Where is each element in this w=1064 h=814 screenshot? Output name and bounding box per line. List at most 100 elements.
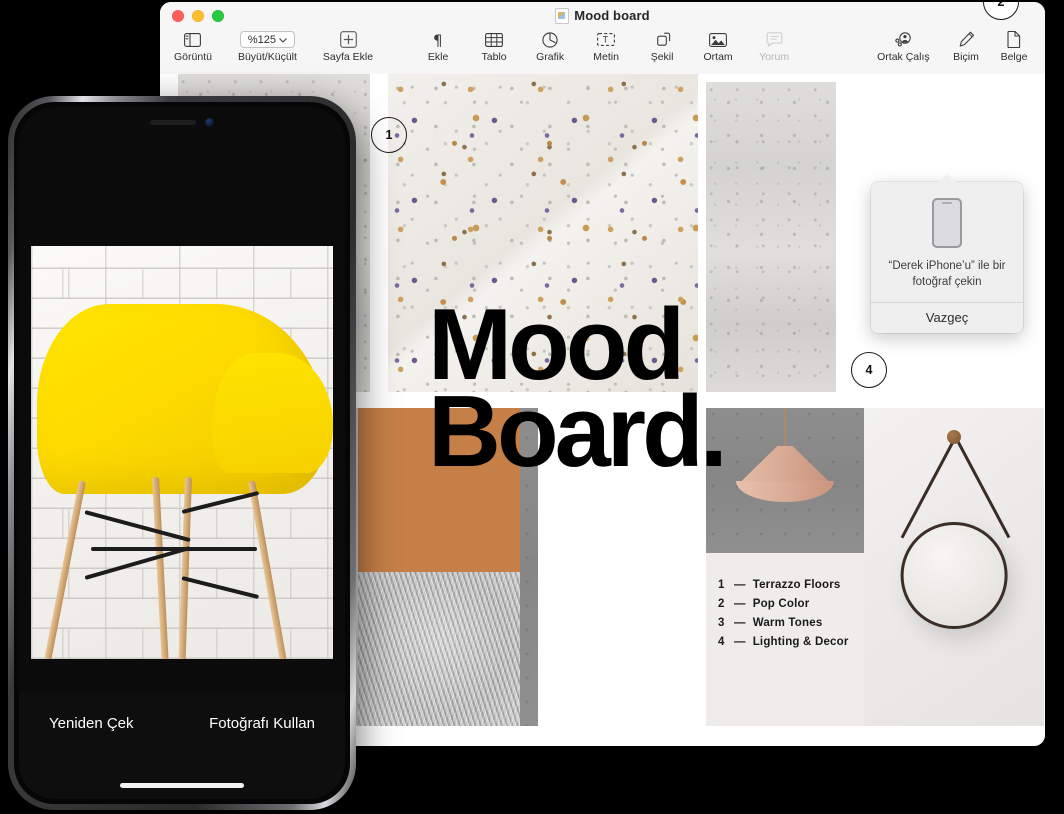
toolbar-chart-label: Grafik xyxy=(536,51,565,63)
toolbar: Görüntü %125 Büyüt/Küçült Sayfa Ekle ¶ E… xyxy=(160,29,1045,75)
media-icon xyxy=(709,31,728,48)
headline-line-2: Board. xyxy=(428,375,728,488)
toolbar-view-label: Görüntü xyxy=(174,51,212,63)
home-indicator[interactable] xyxy=(120,783,244,788)
toolbar-view-button[interactable]: Görüntü xyxy=(174,29,212,63)
comment-icon xyxy=(766,31,783,48)
popover-message: “Derek iPhone’u” ile bir fotoğraf çekin xyxy=(888,260,1006,288)
lamp-cord xyxy=(784,408,786,449)
toolbar-comment-label: Yorum xyxy=(759,51,790,63)
add-page-icon xyxy=(339,31,357,48)
view-sidebar-icon xyxy=(184,31,202,48)
slide-image-fur[interactable] xyxy=(358,572,520,726)
cancel-button[interactable]: Vazgeç xyxy=(871,303,1023,333)
iphone-bezel: Yeniden Çek Fotoğrafı Kullan xyxy=(14,102,350,804)
callout-badge-2-label: 2 xyxy=(997,2,1005,9)
photo-chair-crossbar xyxy=(91,547,258,551)
toolbar-add-page-label: Sayfa Ekle xyxy=(322,51,374,63)
toolbar-table-label: Tablo xyxy=(481,51,507,63)
popover-arrow xyxy=(938,174,956,182)
mirror-hook xyxy=(947,430,961,445)
photo-chair-arm xyxy=(212,353,333,474)
format-brush-icon xyxy=(958,31,975,48)
toolbar-table-button[interactable]: Tablo xyxy=(477,29,511,63)
legend-number: 2 xyxy=(718,597,725,610)
toolbar-format-button[interactable]: Biçim xyxy=(949,29,983,63)
toolbar-media-button[interactable]: Ortam xyxy=(701,29,735,63)
callout-badge-1[interactable]: 1 xyxy=(371,117,407,153)
toolbar-chart-button[interactable]: Grafik xyxy=(533,29,567,63)
legend-label: Warm Tones xyxy=(752,616,823,629)
svg-text:¶: ¶ xyxy=(433,32,443,48)
toolbar-format-label: Biçim xyxy=(953,51,979,63)
toolbar-insert-label: Ekle xyxy=(427,51,449,63)
zoom-value: %125 xyxy=(247,33,276,46)
toolbar-collaborate-label: Ortak Çalış xyxy=(877,51,930,63)
window-titlebar: Mood board xyxy=(160,2,1045,29)
camera-action-bar: Yeniden Çek Fotoğrafı Kullan xyxy=(19,693,345,799)
paragraph-icon: ¶ xyxy=(432,31,445,48)
toolbar-document-label: Belge xyxy=(1000,51,1028,63)
legend-label: Lighting & Decor xyxy=(752,635,849,648)
document-title-text: Mood board xyxy=(574,8,650,23)
toolbar-document-button[interactable]: Belge xyxy=(997,29,1031,63)
page-title: Mood board xyxy=(160,7,1045,24)
toolbar-add-page-button[interactable]: Sayfa Ekle xyxy=(323,29,373,63)
slide-image-mirror[interactable] xyxy=(864,408,1044,726)
legend-label: Pop Color xyxy=(752,597,810,610)
legend-dash: — xyxy=(734,597,746,610)
popover-body: “Derek iPhone’u” ile bir fotoğraf çekin xyxy=(871,182,1023,302)
captured-photo-preview[interactable] xyxy=(31,246,333,659)
list-item: 1 — Terrazzo Floors xyxy=(718,576,849,595)
shape-icon xyxy=(654,31,671,48)
text-box-icon: T xyxy=(597,31,616,48)
svg-text:T: T xyxy=(603,35,609,45)
legend-number: 4 xyxy=(718,635,725,648)
slide-image-lamp xyxy=(706,408,864,553)
document-file-icon xyxy=(555,7,570,24)
legend-dash: — xyxy=(734,635,746,648)
legend-dash: — xyxy=(734,616,746,629)
iphone-screen[interactable]: Yeniden Çek Fotoğrafı Kullan xyxy=(19,107,345,799)
legend-dash: — xyxy=(734,579,746,591)
toolbar-zoom-control[interactable]: %125 Büyüt/Küçült xyxy=(238,29,297,63)
use-photo-button[interactable]: Fotoğrafı Kullan xyxy=(209,715,315,732)
zoom-select[interactable]: %125 xyxy=(239,31,295,48)
lamp-cone xyxy=(739,445,831,484)
front-camera-icon xyxy=(205,118,214,127)
legend-label: Terrazzo Floors xyxy=(752,579,841,591)
document-icon xyxy=(1007,31,1021,48)
continuity-camera-popover: “Derek iPhone’u” ile bir fotoğraf çekin … xyxy=(871,174,1023,333)
slide-headline[interactable]: Mood Board. xyxy=(428,295,728,483)
callout-badge-4[interactable]: 4 xyxy=(851,352,887,388)
toolbar-text-label: Metin xyxy=(593,51,619,63)
legend-number: 1 xyxy=(718,579,725,591)
toolbar-insert-button[interactable]: ¶ Ekle xyxy=(421,29,455,64)
toolbar-comment-button[interactable]: Yorum xyxy=(757,29,791,63)
callout-badge-4-label: 4 xyxy=(865,363,873,377)
toolbar-shape-button[interactable]: Şekil xyxy=(645,29,679,63)
list-item: 3 — Warm Tones xyxy=(718,614,849,633)
slide-legend[interactable]: 1 — Terrazzo Floors 2 — Pop Color 3 — Wa… xyxy=(718,576,849,652)
toolbar-shape-label: Şekil xyxy=(650,51,674,63)
iphone-notch xyxy=(150,118,214,127)
slide-panel-lighting[interactable] xyxy=(706,408,864,726)
toolbar-zoom-label: Büyüt/Küçült xyxy=(237,51,297,63)
legend-number: 3 xyxy=(718,616,725,629)
iphone-device: Yeniden Çek Fotoğrafı Kullan xyxy=(8,96,356,810)
chart-icon xyxy=(542,31,558,48)
lamp-shade xyxy=(736,480,834,503)
list-item: 4 — Lighting & Decor xyxy=(718,633,849,652)
iphone-icon xyxy=(932,198,962,248)
collaborate-icon xyxy=(894,31,913,48)
retake-button[interactable]: Yeniden Çek xyxy=(49,715,134,732)
mirror-ring xyxy=(900,522,1008,630)
earpiece-speaker-icon xyxy=(150,120,196,125)
slide-image-concrete-column[interactable] xyxy=(706,82,836,392)
toolbar-collaborate-button[interactable]: Ortak Çalış xyxy=(877,29,930,63)
chevron-down-icon xyxy=(279,34,287,46)
toolbar-media-label: Ortam xyxy=(703,51,733,63)
callout-badge-1-label: 1 xyxy=(385,128,393,142)
toolbar-text-button[interactable]: T Metin xyxy=(589,29,623,63)
table-icon xyxy=(485,31,504,48)
